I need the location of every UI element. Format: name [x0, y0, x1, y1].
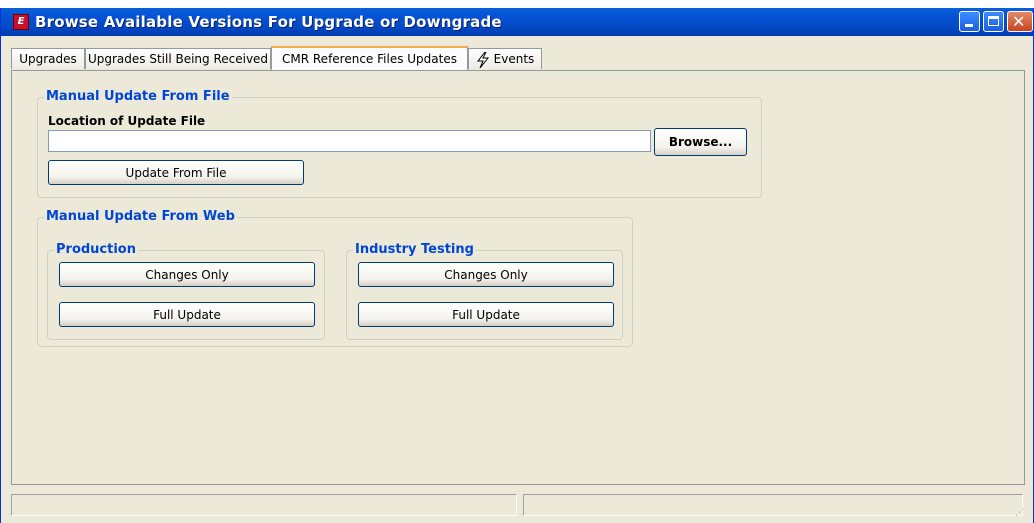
lightning-bolt-icon: [476, 51, 489, 68]
production-group: Production Changes Only Full Update: [47, 242, 325, 340]
resize-grip-icon[interactable]: ⋰: [1015, 508, 1025, 518]
tab-events[interactable]: Events: [468, 48, 542, 69]
manual-update-from-file-legend: Manual Update From File: [44, 89, 232, 105]
minimize-icon: [965, 24, 973, 27]
tab-page-cmr-reference-files: Manual Update From File Location of Upda…: [11, 70, 1025, 485]
window-title: Browse Available Versions For Upgrade or…: [35, 13, 502, 31]
maximize-icon: [988, 16, 999, 26]
industry-changes-only-button[interactable]: Changes Only: [358, 262, 614, 287]
update-file-location-input[interactable]: [48, 130, 651, 152]
manual-update-from-web-group: Manual Update From Web Production Change…: [37, 209, 633, 347]
app-icon[interactable]: E: [13, 14, 29, 30]
industry-full-update-button[interactable]: Full Update: [358, 302, 614, 327]
status-pane-right: [523, 494, 1023, 516]
application-window: E Browse Available Versions For Upgrade …: [0, 8, 1034, 523]
title-bar[interactable]: E Browse Available Versions For Upgrade …: [1, 8, 1033, 36]
update-from-file-button[interactable]: Update From File: [48, 160, 304, 185]
status-bar: ⋰: [11, 493, 1025, 518]
manual-update-from-web-legend: Manual Update From Web: [44, 209, 237, 225]
tab-upgrades-still-being-received[interactable]: Upgrades Still Being Received: [85, 48, 271, 69]
industry-testing-legend: Industry Testing: [353, 242, 476, 258]
maximize-button[interactable]: [983, 11, 1004, 32]
app-icon-letter: E: [14, 15, 28, 29]
manual-update-from-file-group: Manual Update From File Location of Upda…: [37, 89, 762, 198]
browse-button[interactable]: Browse...: [654, 128, 747, 156]
tab-upgrades[interactable]: Upgrades: [11, 48, 85, 69]
production-changes-only-button[interactable]: Changes Only: [59, 262, 315, 287]
status-pane-left: [11, 494, 517, 516]
production-legend: Production: [54, 242, 138, 258]
industry-testing-group: Industry Testing Changes Only Full Updat…: [346, 242, 623, 340]
location-of-update-file-label: Location of Update File: [48, 114, 206, 128]
tab-cmr-reference-files-updates[interactable]: CMR Reference Files Updates: [271, 46, 468, 70]
close-icon: ✕: [1012, 12, 1026, 31]
close-button[interactable]: ✕: [1007, 11, 1033, 32]
tab-events-label: Events: [493, 52, 535, 66]
production-full-update-button[interactable]: Full Update: [59, 302, 315, 327]
minimize-button[interactable]: [959, 11, 980, 32]
